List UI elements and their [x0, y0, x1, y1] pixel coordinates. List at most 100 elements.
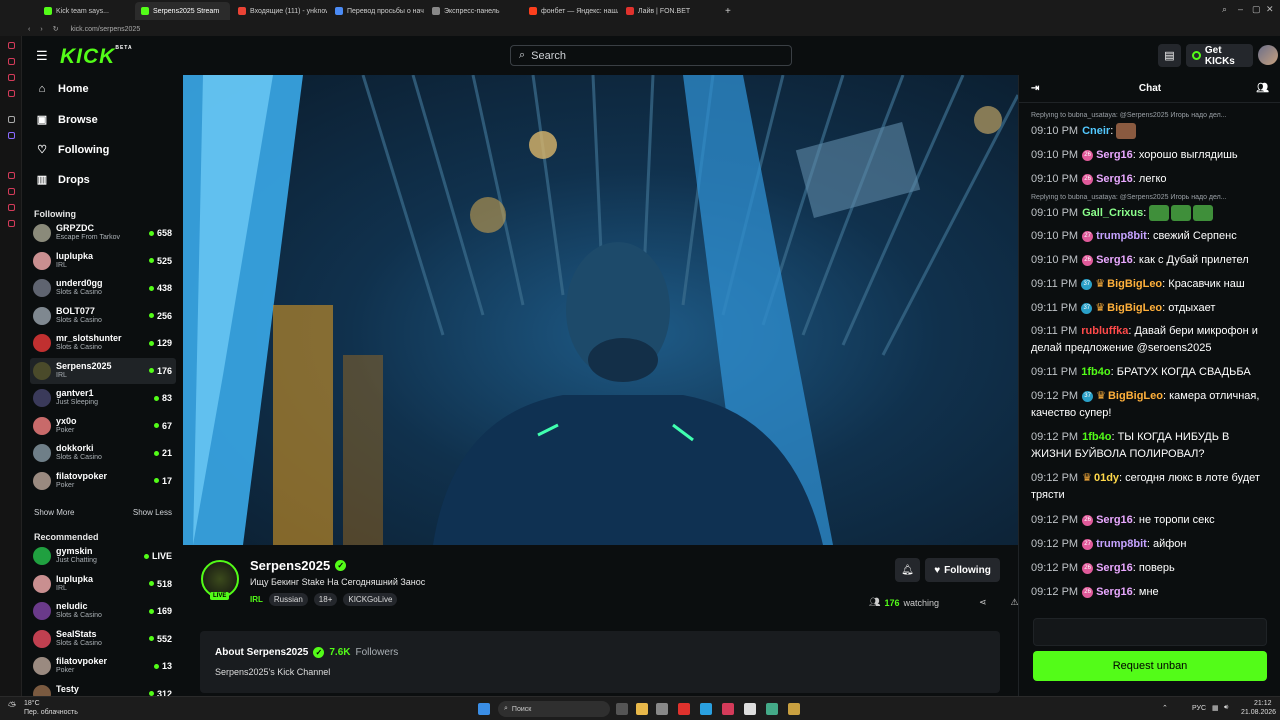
chat-username[interactable]: BigBigLeo — [1108, 390, 1163, 402]
chat-username[interactable]: Serg16 — [1096, 149, 1133, 161]
menu-icon[interactable]: ☰ — [36, 48, 48, 64]
sidebar-shortcut-icon[interactable] — [8, 188, 15, 195]
chat-username[interactable]: BigBigLeo — [1107, 302, 1162, 314]
sidebar-shortcut-icon[interactable] — [8, 220, 15, 227]
browser-tab[interactable]: Экспресс-панель — [426, 2, 521, 20]
share-icon[interactable]: ⋖ — [979, 597, 987, 608]
channel-name[interactable]: Serpens2025 ✓ — [250, 558, 347, 573]
back-icon[interactable]: ‹ — [28, 26, 30, 33]
sidebar-channel-gymskin[interactable]: gymskin Just Chatting LIVE — [30, 543, 176, 569]
chat-username[interactable]: Serg16 — [1096, 562, 1133, 574]
chat-username[interactable]: Serg16 — [1096, 586, 1133, 598]
tray-arrow-icon[interactable]: ⌃ — [1162, 704, 1168, 712]
maximize-icon[interactable]: ▢ — [1252, 4, 1261, 15]
sidebar-shortcut-icon[interactable] — [8, 58, 15, 65]
sidebar-channel-testy[interactable]: Testy 312 — [30, 681, 176, 696]
emote-icon[interactable] — [1171, 205, 1192, 222]
opera-icon[interactable] — [722, 703, 734, 715]
sidebar-channel-yx0o[interactable]: yx0o Poker 67 — [30, 413, 176, 439]
chat-input[interactable] — [1033, 618, 1267, 646]
browser-tab[interactable]: Serpens2025 Stream — [135, 2, 230, 20]
browser-tab[interactable]: Перевод просьбы о нач... — [329, 2, 424, 20]
chat-username[interactable]: 1fb4o — [1082, 431, 1111, 443]
tag-chip[interactable]: KICKGoLive — [343, 593, 398, 606]
task-view-icon[interactable] — [616, 703, 628, 715]
chat-username[interactable]: Serg16 — [1096, 173, 1133, 185]
wallet-button[interactable]: ▤ — [1158, 44, 1181, 67]
app-icon[interactable] — [656, 703, 668, 715]
show-more-button[interactable]: Show More — [34, 508, 74, 517]
nav-item-browse[interactable]: ▣ Browse — [36, 113, 98, 127]
taskbar-search[interactable]: ⌕ Поиск — [498, 701, 610, 717]
user-avatar[interactable] — [1258, 45, 1278, 65]
nav-item-following[interactable]: ♡ Following — [36, 143, 109, 157]
clock-date[interactable]: 21.08.2026 — [1241, 709, 1276, 716]
chat-username[interactable]: Cneir — [1082, 125, 1110, 137]
sidebar-shortcut-icon[interactable] — [8, 172, 15, 179]
sidebar-shortcut-icon[interactable] — [8, 204, 15, 211]
chat-username[interactable]: 01dy — [1094, 472, 1119, 484]
chat-username[interactable]: Gall_Crixus — [1082, 207, 1143, 219]
notifications-button[interactable]: 🔔︎ — [895, 558, 920, 582]
tag-chip[interactable]: Russian — [268, 593, 308, 606]
sidebar-channel-filatovpoker[interactable]: filatovpoker Poker 17 — [30, 468, 176, 494]
clock-time[interactable]: 21:12 — [1254, 700, 1272, 707]
app-icon[interactable] — [744, 703, 756, 715]
chat-username[interactable]: trump8bit — [1096, 538, 1147, 550]
new-tab-button[interactable]: + — [725, 6, 731, 17]
network-icon[interactable]: ▦ — [1212, 704, 1219, 712]
chat-username[interactable]: Serg16 — [1096, 254, 1133, 266]
minimize-icon[interactable]: – — [1238, 4, 1243, 14]
collapse-chat-icon[interactable]: ⇥ — [1031, 83, 1039, 94]
volume-icon[interactable]: 🔊︎ — [1224, 704, 1228, 712]
sidebar-channel-underd0gg[interactable]: underd0gg Slots & Casino 438 — [30, 275, 176, 301]
browser-tab[interactable]: Kick team says... — [38, 2, 133, 20]
emote-icon[interactable] — [1193, 205, 1214, 222]
reply-context[interactable]: Replying to bubna_usataya: @Serpens2025 … — [1031, 194, 1271, 201]
close-window-icon[interactable]: ✕ — [1266, 4, 1274, 15]
category-link[interactable]: IRL — [250, 595, 263, 604]
chat-username[interactable]: 1fb4o — [1081, 366, 1110, 378]
sidebar-channel-neludic[interactable]: neludic Slots & Casino 169 — [30, 598, 176, 624]
sidebar-channel-luplupka[interactable]: luplupka IRL 518 — [30, 571, 176, 597]
explorer-icon[interactable] — [636, 703, 648, 715]
chat-username[interactable]: trump8bit — [1096, 230, 1147, 242]
get-kicks-button[interactable]: Get KICKs — [1186, 44, 1253, 67]
sidebar-channel-grpzdc[interactable]: GRPZDC Escape From Tarkov 658 — [30, 220, 176, 246]
weather-icon[interactable]: ⛅︎ — [8, 701, 16, 712]
sidebar-channel-serpens2025[interactable]: Serpens2025 IRL 176 — [30, 357, 176, 384]
chat-username[interactable]: BigBigLeo — [1107, 278, 1162, 290]
sidebar-channel-mr_slotshunter[interactable]: mr_slotshunter Slots & Casino 129 — [30, 330, 176, 356]
browser-tab[interactable]: фонбет — Яндекс: нашло... — [523, 2, 618, 20]
sidebar-channel-dokkorki[interactable]: dokkorki Slots & Casino 21 — [30, 440, 176, 466]
sidebar-channel-sealstats[interactable]: SealStats Slots & Casino 552 — [30, 626, 176, 652]
sidebar-shortcut-icon[interactable] — [8, 90, 15, 97]
tag-chip[interactable]: 18+ — [313, 593, 338, 606]
chat-username[interactable]: Serg16 — [1096, 514, 1133, 526]
chat-users-icon[interactable]: 👥︎ — [1256, 83, 1269, 94]
sidebar-shortcut-icon[interactable] — [8, 74, 15, 81]
kick-logo[interactable]: KICKBETA — [60, 45, 133, 69]
sidebar-shortcut-icon[interactable] — [8, 116, 15, 123]
search-tabs-icon[interactable]: ⌕ — [1222, 4, 1227, 15]
nav-item-drops[interactable]: ▥ Drops — [36, 173, 90, 187]
sidebar-channel-filatovpoker[interactable]: filatovpoker Poker 13 — [30, 653, 176, 679]
url-field[interactable]: kick.com/serpens2025 — [71, 26, 141, 33]
request-unban-button[interactable]: Request unban — [1033, 651, 1267, 681]
sidebar-shortcut-icon[interactable] — [8, 42, 15, 49]
reply-context[interactable]: Replying to bubna_usataya: @Serpens2025 … — [1031, 112, 1271, 119]
telegram-icon[interactable] — [700, 703, 712, 715]
sidebar-channel-luplupka[interactable]: luplupka IRL 525 — [30, 248, 176, 274]
app-icon[interactable] — [788, 703, 800, 715]
yandex-icon[interactable] — [678, 703, 690, 715]
browser-tab[interactable]: Лайв | FON.BET — [620, 2, 715, 20]
following-button[interactable]: ♥ Following — [925, 558, 1000, 582]
chat-username[interactable]: rubluffka — [1081, 325, 1128, 337]
reload-icon[interactable]: ↻ — [53, 25, 59, 33]
browser-tab[interactable]: Входящие (111) - yнknowi — [232, 2, 327, 20]
forward-icon[interactable]: › — [40, 26, 42, 33]
video-player[interactable] — [183, 75, 1018, 545]
nav-item-home[interactable]: ⌂ Home — [36, 83, 89, 95]
emote-icon[interactable] — [1149, 205, 1170, 222]
sidebar-channel-gantver1[interactable]: gantver1 Just Sleeping 83 — [30, 385, 176, 411]
